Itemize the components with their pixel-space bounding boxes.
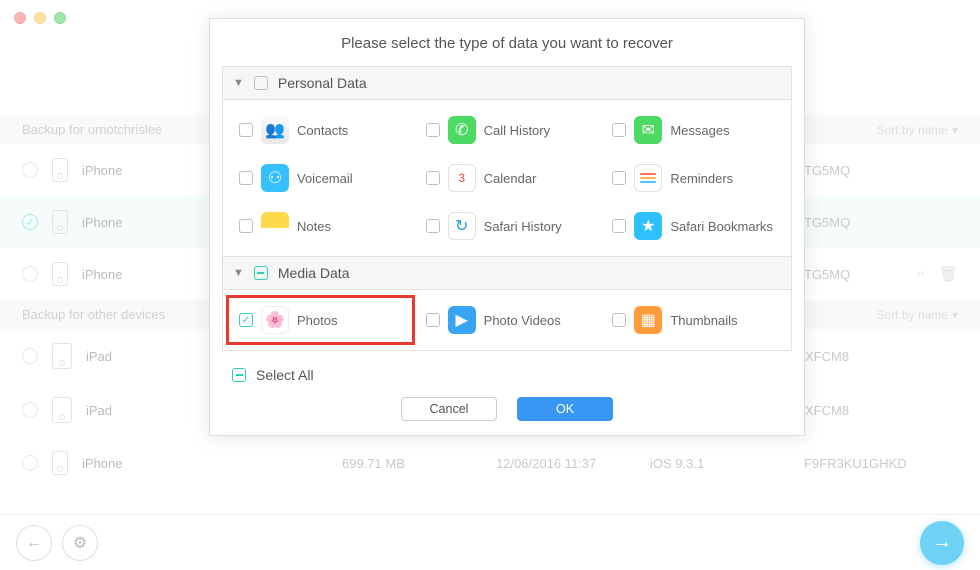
item-thumbnails[interactable]: ▦ Thumbnails [600, 296, 787, 344]
item-label: Messages [670, 123, 729, 138]
group-label: Personal Data [278, 75, 367, 91]
item-label: Call History [484, 123, 550, 138]
ok-button[interactable]: OK [517, 397, 613, 421]
settings-button[interactable]: ⚙ [62, 525, 98, 561]
item-label: Calendar [484, 171, 537, 186]
footer-bar: ← ⚙ → [0, 514, 980, 570]
collapse-icon: ▼ [233, 77, 244, 89]
checkbox[interactable] [239, 313, 253, 327]
item-label: Reminders [670, 171, 733, 186]
item-contacts[interactable]: 👥 Contacts [227, 106, 414, 154]
checkbox[interactable] [612, 313, 626, 327]
collapse-icon: ▼ [233, 267, 244, 279]
checkbox[interactable] [612, 123, 626, 137]
messages-icon: ✉ [634, 116, 662, 144]
checkbox[interactable] [612, 171, 626, 185]
item-label: Thumbnails [670, 313, 737, 328]
select-all-checkbox[interactable] [232, 368, 246, 382]
phone-icon: ✆ [448, 116, 476, 144]
voicemail-icon: ⚇ [261, 164, 289, 192]
item-voicemail[interactable]: ⚇ Voicemail [227, 154, 414, 202]
item-messages[interactable]: ✉ Messages [600, 106, 787, 154]
next-button[interactable]: → [920, 521, 964, 565]
item-label: Photo Videos [484, 313, 561, 328]
checkbox[interactable] [612, 219, 626, 233]
photo-videos-icon: ▶ [448, 306, 476, 334]
item-label: Notes [297, 219, 331, 234]
checkbox[interactable] [239, 123, 253, 137]
group-label: Media Data [278, 265, 350, 281]
recover-type-dialog: Please select the type of data you want … [209, 18, 805, 436]
thumbnails-icon: ▦ [634, 306, 662, 334]
item-label: Safari History [484, 219, 562, 234]
select-all-row[interactable]: Select All [210, 361, 804, 393]
group-header-media[interactable]: ▼ Media Data [223, 256, 791, 290]
safari-history-icon: ↻ [448, 212, 476, 240]
item-label: Contacts [297, 123, 348, 138]
select-all-label: Select All [256, 367, 314, 383]
data-groups: ▼ Personal Data 👥Contacts ✆Call History … [222, 66, 792, 351]
item-label: Voicemail [297, 171, 353, 186]
calendar-icon: 3 [448, 164, 476, 192]
checkbox[interactable] [426, 123, 440, 137]
group-checkbox[interactable] [254, 266, 268, 280]
back-button[interactable]: ← [16, 525, 52, 561]
reminders-icon [634, 164, 662, 192]
checkbox[interactable] [426, 313, 440, 327]
contacts-icon: 👥 [261, 116, 289, 144]
item-photo-videos[interactable]: ▶ Photo Videos [414, 296, 601, 344]
notes-icon [261, 212, 289, 240]
item-notes[interactable]: Notes [227, 202, 414, 250]
item-safari-history[interactable]: ↻ Safari History [414, 202, 601, 250]
item-label: Safari Bookmarks [670, 219, 773, 234]
checkbox[interactable] [239, 171, 253, 185]
checkbox[interactable] [426, 219, 440, 233]
checkbox[interactable] [426, 171, 440, 185]
cancel-button[interactable]: Cancel [401, 397, 497, 421]
checkbox[interactable] [239, 219, 253, 233]
dialog-title: Please select the type of data you want … [210, 29, 804, 66]
photos-icon: 🌸 [261, 306, 289, 334]
group-header-personal[interactable]: ▼ Personal Data [223, 67, 791, 100]
item-calendar[interactable]: 3 Calendar [414, 154, 601, 202]
group-checkbox[interactable] [254, 76, 268, 90]
item-call-history[interactable]: ✆ Call History [414, 106, 601, 154]
item-label: Photos [297, 313, 337, 328]
bookmark-icon: ★ [634, 212, 662, 240]
item-reminders[interactable]: Reminders [600, 154, 787, 202]
item-safari-bookmarks[interactable]: ★ Safari Bookmarks [600, 202, 787, 250]
item-photos[interactable]: 🌸 Photos [227, 296, 414, 344]
